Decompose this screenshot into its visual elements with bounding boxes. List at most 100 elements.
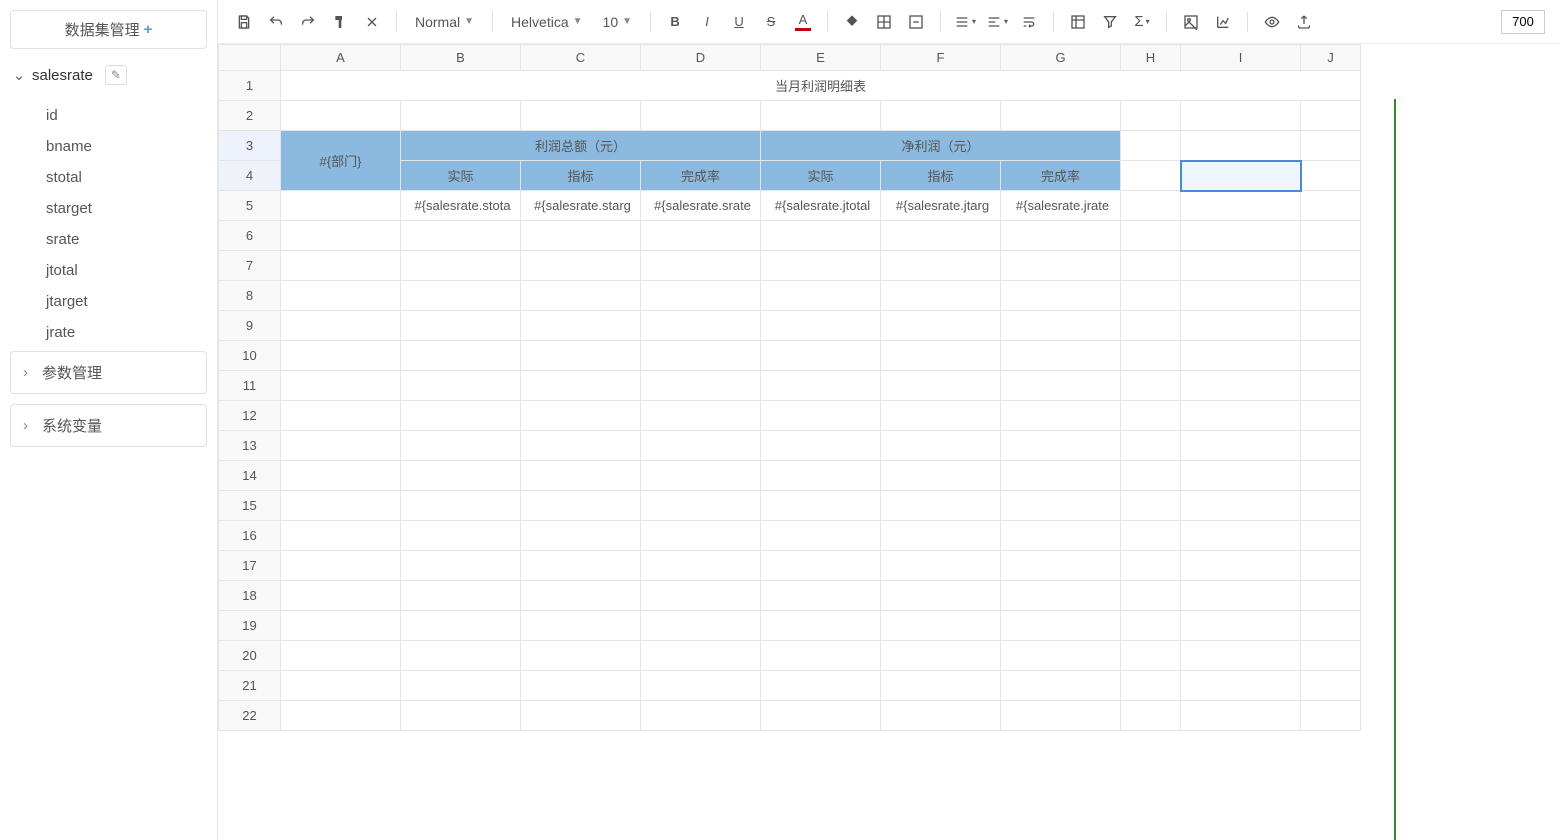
cell[interactable]	[641, 341, 761, 371]
cell[interactable]	[401, 371, 521, 401]
col-header[interactable]: C	[521, 45, 641, 71]
format-painter-icon[interactable]	[328, 10, 352, 34]
cell[interactable]	[1301, 491, 1361, 521]
cell[interactable]	[1301, 191, 1361, 221]
cell[interactable]	[401, 701, 521, 731]
freeze-icon[interactable]	[1066, 10, 1090, 34]
field-item[interactable]: stotal	[46, 169, 207, 186]
cell[interactable]	[761, 401, 881, 431]
cell[interactable]	[641, 701, 761, 731]
dataset-manage-header[interactable]: 数据集管理 +	[10, 10, 207, 49]
clear-format-icon[interactable]	[360, 10, 384, 34]
cell[interactable]	[641, 521, 761, 551]
strike-icon[interactable]: S	[759, 10, 783, 34]
row-header[interactable]: 4	[219, 161, 281, 191]
col-header[interactable]: A	[281, 45, 401, 71]
sub-header-rate[interactable]: 完成率	[1001, 161, 1121, 191]
bold-icon[interactable]: B	[663, 10, 687, 34]
cell[interactable]	[521, 641, 641, 671]
cell[interactable]	[1301, 641, 1361, 671]
data-cell[interactable]: #{salesrate.stota	[401, 191, 521, 221]
cell[interactable]	[401, 491, 521, 521]
cell[interactable]	[281, 521, 401, 551]
edit-dataset-icon[interactable]: ✎	[105, 65, 127, 85]
cell[interactable]	[881, 701, 1001, 731]
cell[interactable]	[761, 101, 881, 131]
col-header[interactable]: I	[1181, 45, 1301, 71]
cell[interactable]	[281, 641, 401, 671]
row-header[interactable]: 20	[219, 641, 281, 671]
cell[interactable]	[281, 371, 401, 401]
row-header[interactable]: 7	[219, 251, 281, 281]
redo-icon[interactable]	[296, 10, 320, 34]
cell[interactable]	[761, 611, 881, 641]
cell[interactable]	[641, 251, 761, 281]
wrap-text-icon[interactable]	[1017, 10, 1041, 34]
cell[interactable]	[1001, 281, 1121, 311]
row-header[interactable]: 14	[219, 461, 281, 491]
cell[interactable]	[401, 101, 521, 131]
cell[interactable]	[1181, 431, 1301, 461]
cell[interactable]	[401, 581, 521, 611]
cell[interactable]	[401, 611, 521, 641]
cell[interactable]	[1001, 521, 1121, 551]
cell[interactable]	[281, 581, 401, 611]
cell[interactable]	[1001, 491, 1121, 521]
cell[interactable]	[401, 341, 521, 371]
cell[interactable]	[401, 671, 521, 701]
cell[interactable]	[881, 611, 1001, 641]
cell[interactable]	[761, 431, 881, 461]
cell[interactable]	[1121, 341, 1181, 371]
row-header[interactable]: 15	[219, 491, 281, 521]
sub-header-actual[interactable]: 实际	[761, 161, 881, 191]
formula-icon[interactable]: Σ▾	[1130, 10, 1154, 34]
col-header[interactable]: G	[1001, 45, 1121, 71]
row-header[interactable]: 8	[219, 281, 281, 311]
row-header[interactable]: 16	[219, 521, 281, 551]
row-header[interactable]: 6	[219, 221, 281, 251]
cell[interactable]	[761, 341, 881, 371]
cell[interactable]	[881, 551, 1001, 581]
cell[interactable]	[1121, 161, 1181, 191]
col-header[interactable]: D	[641, 45, 761, 71]
underline-icon[interactable]: U	[727, 10, 751, 34]
cell[interactable]	[1301, 131, 1361, 161]
cell[interactable]	[1001, 101, 1121, 131]
row-header[interactable]: 9	[219, 311, 281, 341]
cell[interactable]	[881, 251, 1001, 281]
sub-header-target[interactable]: 指标	[521, 161, 641, 191]
cell[interactable]	[1181, 311, 1301, 341]
cell[interactable]	[1301, 311, 1361, 341]
cell[interactable]	[1121, 611, 1181, 641]
field-item[interactable]: jtotal	[46, 262, 207, 279]
col-header[interactable]: J	[1301, 45, 1361, 71]
cell[interactable]	[761, 671, 881, 701]
cell[interactable]	[1181, 251, 1301, 281]
cell[interactable]	[881, 431, 1001, 461]
cell[interactable]	[641, 101, 761, 131]
align-h-icon[interactable]: ▾	[953, 10, 977, 34]
cell[interactable]	[881, 491, 1001, 521]
cell[interactable]	[1301, 671, 1361, 701]
cell[interactable]	[281, 251, 401, 281]
cell[interactable]	[1181, 491, 1301, 521]
cell[interactable]	[761, 551, 881, 581]
cell[interactable]	[1181, 581, 1301, 611]
cell[interactable]	[1181, 611, 1301, 641]
font-size-select[interactable]: 10▼	[597, 12, 638, 32]
cell[interactable]	[1181, 101, 1301, 131]
cell[interactable]	[1001, 371, 1121, 401]
cell[interactable]	[881, 641, 1001, 671]
cell[interactable]	[761, 251, 881, 281]
cell[interactable]	[1301, 281, 1361, 311]
cell[interactable]	[1181, 281, 1301, 311]
field-item[interactable]: id	[46, 107, 207, 124]
field-item[interactable]: jtarget	[46, 293, 207, 310]
data-cell[interactable]: #{salesrate.jtotal	[761, 191, 881, 221]
cell[interactable]	[1181, 401, 1301, 431]
undo-icon[interactable]	[264, 10, 288, 34]
cell[interactable]	[281, 401, 401, 431]
cell[interactable]	[1121, 191, 1181, 221]
cell[interactable]	[281, 311, 401, 341]
cell[interactable]	[521, 611, 641, 641]
